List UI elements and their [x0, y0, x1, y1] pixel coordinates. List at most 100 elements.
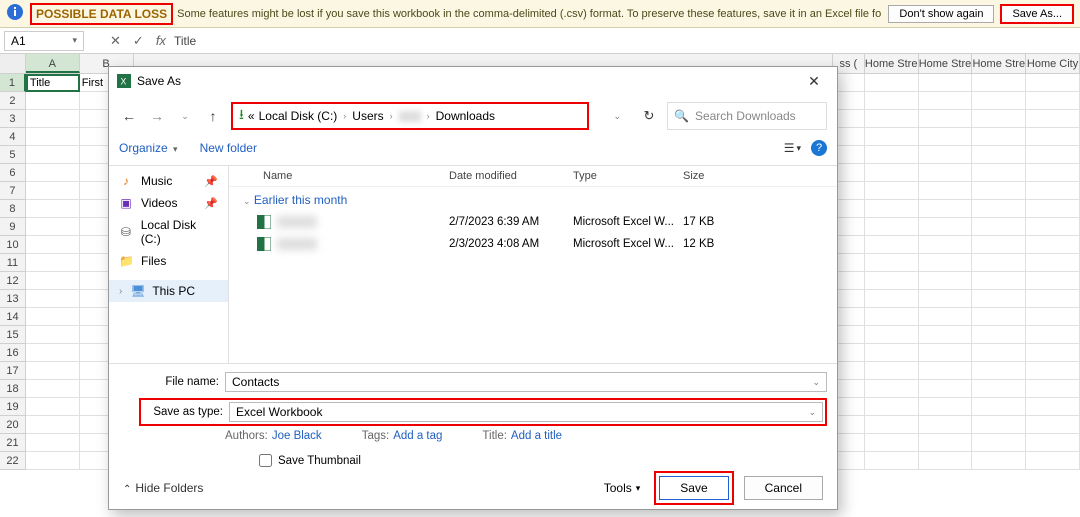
row-11[interactable]: 11 [0, 254, 26, 272]
cell-A8[interactable] [26, 200, 80, 218]
cell-far-3-1[interactable] [865, 110, 919, 128]
row-3[interactable]: 3 [0, 110, 26, 128]
back-button[interactable]: ← [119, 108, 139, 124]
row-6[interactable]: 6 [0, 164, 26, 182]
row-8[interactable]: 8 [0, 200, 26, 218]
cell-A9[interactable] [26, 218, 80, 236]
cell-far-19-4[interactable] [1026, 398, 1080, 416]
file-row[interactable]: 2/3/2023 4:08 AMMicrosoft Excel W...12 K… [229, 233, 837, 255]
cell-far-12-1[interactable] [865, 272, 919, 290]
row-9[interactable]: 9 [0, 218, 26, 236]
dont-show-again-button[interactable]: Don't show again [888, 5, 994, 23]
cell-far-7-4[interactable] [1026, 182, 1080, 200]
confirm-formula-icon[interactable]: ✓ [133, 33, 144, 49]
cell-far-17-4[interactable] [1026, 362, 1080, 380]
cell-far-14-1[interactable] [865, 308, 919, 326]
organize-button[interactable]: Organize ▾ [119, 141, 178, 155]
cell-far-10-1[interactable] [865, 236, 919, 254]
cell-far-18-2[interactable] [919, 380, 973, 398]
cell-far-11-3[interactable] [972, 254, 1026, 272]
cell-A11[interactable] [26, 254, 80, 272]
crumb-2[interactable] [399, 111, 421, 122]
cell-far-1-1[interactable] [865, 74, 919, 92]
cell-far-6-2[interactable] [919, 164, 973, 182]
cell-far-15-1[interactable] [865, 326, 919, 344]
hide-folders-button[interactable]: ⌃Hide Folders [123, 481, 203, 495]
cell-far-16-1[interactable] [865, 344, 919, 362]
cell-far-2-1[interactable] [865, 92, 919, 110]
cell-far-11-4[interactable] [1026, 254, 1080, 272]
cell-far-5-1[interactable] [865, 146, 919, 164]
save-thumbnail-row[interactable]: Save Thumbnail [139, 454, 827, 467]
row-17[interactable]: 17 [0, 362, 26, 380]
name-box[interactable]: A1 ▾ [4, 31, 84, 51]
cell-far-3-2[interactable] [919, 110, 973, 128]
row-5[interactable]: 5 [0, 146, 26, 164]
cell-far-17-2[interactable] [919, 362, 973, 380]
cell-A3[interactable] [26, 110, 80, 128]
cell-A21[interactable] [26, 434, 80, 452]
sidebar-this-pc[interactable]: › 🖥 This PC [109, 280, 228, 302]
cell-far-11-2[interactable] [919, 254, 973, 272]
cell-A20[interactable] [26, 416, 80, 434]
file-group-header[interactable]: ⌄ Earlier this month [229, 187, 837, 211]
cell-far-9-2[interactable] [919, 218, 973, 236]
cell-far-4-4[interactable] [1026, 128, 1080, 146]
cell-far-16-4[interactable] [1026, 344, 1080, 362]
cell-far-21-3[interactable] [972, 434, 1026, 452]
cell-far-13-2[interactable] [919, 290, 973, 308]
cell-far-18-3[interactable] [972, 380, 1026, 398]
col-home-stre-1[interactable]: Home Stre [865, 54, 919, 73]
new-folder-button[interactable]: New folder [200, 141, 257, 155]
cell-far-4-3[interactable] [972, 128, 1026, 146]
cell-A16[interactable] [26, 344, 80, 362]
save-button[interactable]: Save [659, 476, 728, 500]
cell-far-16-3[interactable] [972, 344, 1026, 362]
row-16[interactable]: 16 [0, 344, 26, 362]
cell-far-12-4[interactable] [1026, 272, 1080, 290]
breadcrumb-path[interactable]: ⭳ « Local Disk (C:) › Users › › Download… [231, 102, 589, 130]
cell-A22[interactable] [26, 452, 80, 470]
cell-far-4-1[interactable] [865, 128, 919, 146]
cell-far-15-2[interactable] [919, 326, 973, 344]
cell-A17[interactable] [26, 362, 80, 380]
cell-far-20-1[interactable] [865, 416, 919, 434]
col-A[interactable]: A [26, 54, 80, 73]
cell-A15[interactable] [26, 326, 80, 344]
fx-icon[interactable]: fx [156, 33, 166, 48]
crumb-1[interactable]: Users [352, 109, 383, 123]
cell-far-14-4[interactable] [1026, 308, 1080, 326]
cell-A12[interactable] [26, 272, 80, 290]
cell-far-9-4[interactable] [1026, 218, 1080, 236]
cell-far-8-2[interactable] [919, 200, 973, 218]
cell-A18[interactable] [26, 380, 80, 398]
cell-far-7-2[interactable] [919, 182, 973, 200]
row-7[interactable]: 7 [0, 182, 26, 200]
cell-far-2-2[interactable] [919, 92, 973, 110]
col-home-stre-3[interactable]: Home Stre [972, 54, 1026, 73]
cell-A13[interactable] [26, 290, 80, 308]
cell-far-10-4[interactable] [1026, 236, 1080, 254]
cell-far-1-3[interactable] [972, 74, 1026, 92]
row-22[interactable]: 22 [0, 452, 26, 470]
row-13[interactable]: 13 [0, 290, 26, 308]
col-date[interactable]: Date modified [449, 170, 573, 182]
cell-far-10-2[interactable] [919, 236, 973, 254]
cell-far-13-4[interactable] [1026, 290, 1080, 308]
crumb-3[interactable]: Downloads [436, 109, 495, 123]
cancel-button[interactable]: Cancel [744, 476, 823, 500]
cell-far-10-3[interactable] [972, 236, 1026, 254]
cell-far-7-1[interactable] [865, 182, 919, 200]
row-2[interactable]: 2 [0, 92, 26, 110]
row-12[interactable]: 12 [0, 272, 26, 290]
file-row[interactable]: 2/7/2023 6:39 AMMicrosoft Excel W...17 K… [229, 211, 837, 233]
cancel-formula-icon[interactable]: ✕ [110, 33, 121, 49]
cell-far-11-1[interactable] [865, 254, 919, 272]
path-dropdown[interactable]: ⌄ [613, 111, 621, 122]
cell-far-5-2[interactable] [919, 146, 973, 164]
cell-far-22-4[interactable] [1026, 452, 1080, 470]
title-value[interactable]: Add a title [511, 430, 562, 442]
help-icon[interactable]: ? [811, 140, 827, 156]
cell-far-19-1[interactable] [865, 398, 919, 416]
row-1[interactable]: 1 [0, 74, 26, 92]
